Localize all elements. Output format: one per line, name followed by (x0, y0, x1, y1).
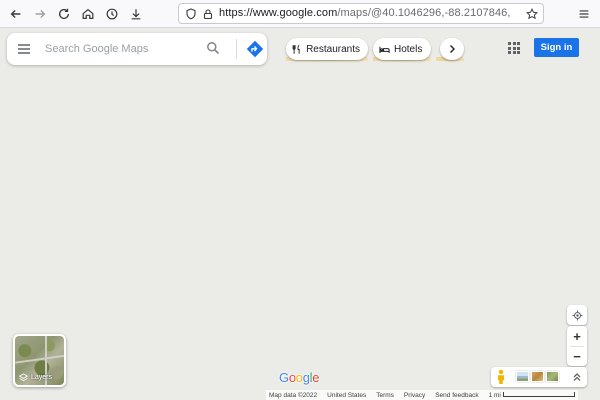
layers-label-group: Layers (19, 373, 52, 382)
scale-text: 1 mi (488, 391, 501, 399)
reload-icon[interactable] (56, 6, 72, 22)
google-logo: Google (279, 370, 320, 385)
zoom-out-button[interactable]: − (567, 346, 587, 366)
fork-knife-icon (292, 44, 300, 54)
imagery-thumbnail[interactable] (546, 371, 559, 382)
region-link[interactable]: United States (327, 392, 366, 399)
hamburger-menu-icon[interactable] (576, 6, 592, 22)
forward-arrow-icon[interactable] (32, 6, 48, 22)
bookmark-star-icon[interactable] (525, 7, 539, 21)
history-icon[interactable] (104, 6, 120, 22)
shield-icon[interactable] (184, 7, 198, 21)
search-icon[interactable] (206, 41, 220, 55)
search-box (7, 33, 267, 65)
google-apps-icon[interactable] (508, 42, 520, 54)
chip-label: Hotels (394, 43, 423, 55)
layers-icon (19, 373, 28, 382)
layers-label: Layers (31, 374, 53, 381)
url-path: /maps/@40.1046296,-88.2107846,13z (337, 7, 511, 19)
back-arrow-icon[interactable] (8, 6, 24, 22)
chip-restaurants[interactable]: Restaurants (286, 38, 368, 60)
chip-hotels[interactable]: Hotels (373, 38, 431, 60)
chevron-up-double-icon[interactable] (571, 371, 583, 383)
chip-label: Restaurants (306, 43, 360, 55)
terms-link[interactable]: Terms (376, 392, 394, 399)
privacy-link[interactable]: Privacy (404, 392, 425, 399)
search-divider (236, 39, 237, 59)
url-domain: https://www.google.com (219, 7, 338, 19)
scale-bar (502, 392, 575, 398)
zoom-controls: + − (567, 326, 587, 366)
zoom-in-button[interactable]: + (567, 326, 587, 346)
my-location-button[interactable] (567, 305, 587, 325)
browser-toolbar: https://www.google.com/maps/@40.1046296,… (0, 0, 600, 28)
chevron-right-icon (450, 45, 455, 53)
lock-icon[interactable] (201, 7, 215, 21)
map-canvas[interactable] (0, 29, 600, 400)
search-input[interactable] (45, 41, 205, 57)
scale-label[interactable]: 1 mi (489, 392, 575, 399)
bed-icon (379, 46, 390, 53)
address-bar[interactable]: https://www.google.com/maps/@40.1046296,… (178, 3, 544, 24)
imagery-thumbnail[interactable] (531, 371, 544, 382)
chips-next-button[interactable] (440, 38, 464, 60)
sign-in-button[interactable]: Sign in (534, 38, 579, 57)
pegman-icon[interactable] (496, 369, 506, 385)
map-footer: Map data ©2022 United States Terms Priva… (266, 390, 578, 400)
street-view-bar (491, 367, 587, 387)
layers-button[interactable]: Layers (13, 334, 66, 387)
send-feedback-link[interactable]: Send feedback (435, 392, 478, 399)
crosshair-icon (571, 309, 583, 321)
menu-icon[interactable] (17, 42, 31, 56)
download-icon[interactable] (128, 6, 144, 22)
map-data-attribution: Map data ©2022 (269, 391, 318, 399)
directions-icon[interactable] (246, 40, 264, 58)
home-icon[interactable] (80, 6, 96, 22)
url-text[interactable]: https://www.google.com/maps/@40.1046296,… (219, 7, 511, 19)
imagery-thumbnail[interactable] (516, 371, 529, 382)
